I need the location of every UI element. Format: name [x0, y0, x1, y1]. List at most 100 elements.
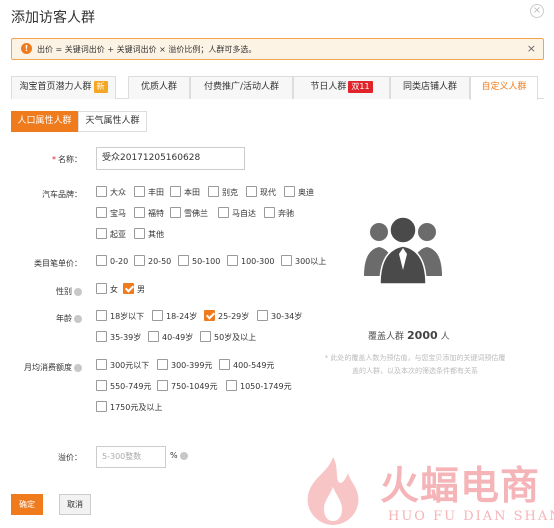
help-icon[interactable] [74, 314, 82, 323]
gender-option[interactable]: 男 [123, 283, 145, 295]
checkbox-checked[interactable] [204, 310, 215, 321]
checkbox[interactable] [208, 186, 219, 197]
gender-option[interactable]: 女 [96, 283, 118, 295]
unit-price-option[interactable]: 20-50 [134, 255, 171, 267]
close-icon[interactable]: × [530, 4, 544, 18]
monthly-spend-option[interactable]: 750-1049元 [157, 380, 218, 392]
car-brand-option[interactable]: 宝马 [96, 207, 126, 219]
notice-close-icon[interactable]: × [527, 42, 536, 55]
help-icon[interactable] [74, 363, 82, 372]
monthly-spend-option[interactable]: 300元以下 [96, 359, 149, 371]
premium-input[interactable]: 5-300整数 [96, 446, 166, 468]
option-label: 1050-1749元 [240, 382, 292, 391]
unit-price-option[interactable]: 0-20 [96, 255, 129, 267]
unit-price-option[interactable]: 50-100 [178, 255, 221, 267]
car-brand-option[interactable]: 奥迪 [284, 186, 314, 198]
age-option[interactable]: 50岁及以上 [200, 331, 256, 343]
car-brand-option[interactable]: 起亚 [96, 228, 126, 240]
checkbox[interactable] [96, 310, 107, 321]
tab-paid-promo[interactable]: 付费推广/活动人群 [190, 76, 293, 99]
checkbox[interactable] [227, 255, 238, 266]
monthly-spend-option[interactable]: 550-749元 [96, 380, 151, 392]
checkbox-checked[interactable] [123, 283, 134, 294]
checkbox[interactable] [96, 283, 107, 294]
checkbox[interactable] [157, 359, 168, 370]
tab-taobao-home[interactable]: 淘宝首页潜力人群新 [11, 76, 116, 99]
monthly-spend-label-text: 月均消费额度 [24, 363, 72, 372]
help-icon[interactable] [179, 451, 188, 460]
checkbox[interactable] [264, 207, 275, 218]
car-brand-option[interactable]: 丰田 [134, 186, 164, 198]
option-label: 男 [137, 285, 145, 294]
checkbox[interactable] [178, 255, 189, 266]
car-brand-option[interactable]: 马自达 [218, 207, 256, 219]
checkbox[interactable] [170, 186, 181, 197]
tab-label: 优质人群 [140, 82, 177, 92]
tab-label: 节日人群 [310, 82, 347, 92]
car-brand-option[interactable]: 其他 [134, 228, 164, 240]
option-label: 福特 [148, 209, 164, 218]
checkbox[interactable] [96, 331, 107, 342]
checkbox[interactable] [257, 310, 268, 321]
checkbox[interactable] [148, 331, 159, 342]
checkbox[interactable] [246, 186, 257, 197]
car-brand-option[interactable]: 现代 [246, 186, 276, 198]
confirm-button[interactable]: 确定 [11, 494, 43, 515]
age-option[interactable]: 18岁以下 [96, 310, 144, 322]
age-option[interactable]: 30-34岁 [257, 310, 302, 322]
unit-price-option[interactable]: 100-300 [227, 255, 274, 267]
unit-price-option[interactable]: 300以上 [281, 255, 326, 267]
checkbox[interactable] [96, 255, 107, 266]
checkbox[interactable] [157, 380, 168, 391]
monthly-spend-option[interactable]: 400-549元 [219, 359, 275, 371]
age-option[interactable]: 40-49岁 [148, 331, 193, 343]
checkbox[interactable] [200, 331, 211, 342]
checkbox[interactable] [96, 359, 107, 370]
checkbox[interactable] [134, 186, 145, 197]
option-label: 50-100 [192, 257, 221, 266]
option-label: 雪佛兰 [184, 209, 208, 218]
checkbox[interactable] [134, 228, 145, 239]
tab-similar-shop[interactable]: 同类店铺人群 [390, 76, 470, 99]
name-input[interactable]: 受众20171205160628 [96, 147, 245, 170]
car-brand-option[interactable]: 奔驰 [264, 207, 294, 219]
watermark-cn: 火蝠电商 [380, 464, 541, 509]
help-icon[interactable] [74, 287, 82, 296]
car-brand-option[interactable]: 别克 [208, 186, 238, 198]
monthly-spend-option[interactable]: 300-399元 [157, 359, 212, 371]
checkbox[interactable] [281, 255, 292, 266]
monthly-spend-option[interactable]: 1050-1749元 [226, 380, 292, 392]
checkbox[interactable] [152, 310, 163, 321]
car-brand-option[interactable]: 雪佛兰 [170, 207, 208, 219]
checkbox[interactable] [284, 186, 295, 197]
car-brand-option[interactable]: 本田 [170, 186, 200, 198]
car-brand-option[interactable]: 福特 [134, 207, 164, 219]
checkbox[interactable] [134, 207, 145, 218]
subtab-weather[interactable]: 天气属性人群 [78, 111, 147, 132]
cancel-button[interactable]: 取消 [59, 494, 91, 515]
checkbox[interactable] [96, 207, 107, 218]
option-label: 0-20 [110, 257, 129, 266]
checkbox[interactable] [96, 228, 107, 239]
checkbox[interactable] [219, 359, 230, 370]
tab-custom[interactable]: 自定义人群 [470, 76, 538, 100]
option-label: 400-549元 [233, 361, 275, 370]
checkbox[interactable] [96, 380, 107, 391]
checkbox[interactable] [218, 207, 229, 218]
checkbox[interactable] [96, 401, 107, 412]
checkbox[interactable] [96, 186, 107, 197]
tab-festival[interactable]: 节日人群 双11 [293, 76, 390, 99]
car-brand-option[interactable]: 大众 [96, 186, 126, 198]
tab-quality[interactable]: 优质人群 [128, 76, 190, 99]
monthly-spend-option[interactable]: 1750元及以上 [96, 401, 162, 413]
subtab-demographic[interactable]: 人口属性人群 [11, 111, 78, 132]
age-option[interactable]: 25-29岁 [204, 310, 249, 322]
coverage-prefix: 覆盖人群 [368, 332, 405, 342]
checkbox[interactable] [226, 380, 237, 391]
dialog-title: 添加访客人群 [11, 10, 95, 26]
checkbox[interactable] [170, 207, 181, 218]
tab-label: 淘宝首页潜力人群 [19, 82, 92, 92]
age-option[interactable]: 35-39岁 [96, 331, 141, 343]
checkbox[interactable] [134, 255, 145, 266]
age-option[interactable]: 18-24岁 [152, 310, 197, 322]
